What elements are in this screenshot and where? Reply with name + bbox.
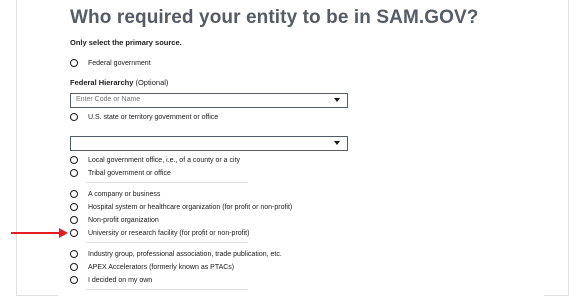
divider <box>86 182 248 183</box>
radio-label: APEX Accelerators (formerly known as PTA… <box>88 263 235 271</box>
chevron-down-icon <box>334 141 340 145</box>
annotation-arrow-line <box>11 232 63 234</box>
federal-hierarchy-placeholder: Enter Code or Name <box>76 96 141 103</box>
screenshot-stage: Who required your entity to be in SAM.GO… <box>0 0 579 297</box>
radio-button[interactable] <box>70 169 78 177</box>
instruction-text: Only select the primary source. <box>70 38 182 47</box>
radio-option-university[interactable]: University or research facility (for pro… <box>70 227 249 239</box>
radio-option-federal[interactable]: Federal government <box>70 57 151 69</box>
question-title: Who required your entity to be in SAM.GO… <box>70 7 479 28</box>
radio-option-local[interactable]: Local government office, i.e., of a coun… <box>70 154 240 166</box>
federal-hierarchy-label-text: Federal Hierarchy <box>70 78 134 87</box>
radio-label: Non-profit organization <box>88 216 159 224</box>
radio-label: Industry group, professional association… <box>88 250 282 258</box>
radio-button[interactable] <box>70 229 78 237</box>
radio-button[interactable] <box>70 190 78 198</box>
radio-option-tribal[interactable]: Tribal government or office <box>70 167 171 179</box>
divider <box>86 289 248 290</box>
radio-option-apex[interactable]: APEX Accelerators (formerly known as PTA… <box>70 261 234 273</box>
radio-button[interactable] <box>70 276 78 284</box>
federal-hierarchy-select[interactable]: Enter Code or Name <box>70 93 348 108</box>
optional-tag: (Optional) <box>135 78 169 87</box>
radio-button[interactable] <box>70 263 78 271</box>
radio-label: Tribal government or office <box>88 169 171 177</box>
chevron-down-icon <box>334 98 340 102</box>
radio-option-hospital[interactable]: Hospital system or healthcare organizati… <box>70 201 292 213</box>
radio-label: A company or business <box>88 190 161 198</box>
radio-button[interactable] <box>70 113 78 121</box>
radio-label: Federal government <box>88 59 151 67</box>
state-select[interactable] <box>70 136 348 151</box>
radio-option-industry[interactable]: Industry group, professional association… <box>70 248 282 260</box>
radio-label: University or research facility (for pro… <box>88 229 250 237</box>
federal-hierarchy-label: Federal Hierarchy (Optional) <box>70 78 168 87</box>
radio-button[interactable] <box>70 250 78 258</box>
radio-label: Local government office, i.e., of a coun… <box>88 156 241 164</box>
divider <box>86 242 248 243</box>
radio-button[interactable] <box>70 59 78 67</box>
radio-button[interactable] <box>70 156 78 164</box>
radio-button[interactable] <box>70 203 78 211</box>
radio-label: I decided on my own <box>88 276 153 284</box>
arrow-right-icon <box>59 228 68 238</box>
radio-option-nonprofit[interactable]: Non-profit organization <box>70 214 159 226</box>
radio-option-business[interactable]: A company or business <box>70 188 160 200</box>
radio-option-state[interactable]: U.S. state or territory government or of… <box>70 111 218 123</box>
radio-button[interactable] <box>70 216 78 224</box>
radio-label: Hospital system or healthcare organizati… <box>88 203 293 211</box>
radio-label: U.S. state or territory government or of… <box>88 113 219 121</box>
radio-option-own[interactable]: I decided on my own <box>70 274 152 286</box>
